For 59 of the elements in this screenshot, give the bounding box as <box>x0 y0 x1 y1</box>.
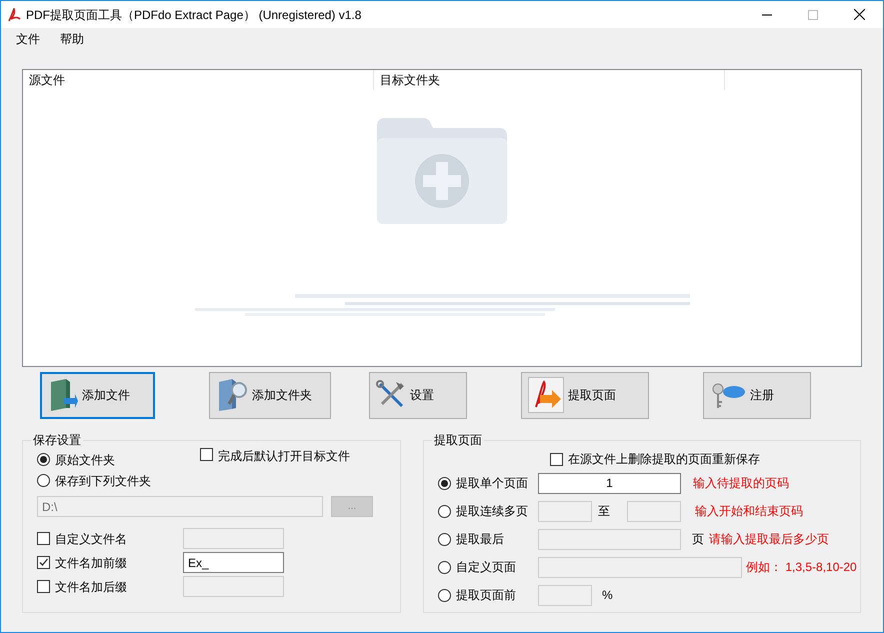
group-title: 提取页面 <box>433 432 483 449</box>
input-field[interactable] <box>538 584 592 606</box>
mode-label: 提取页面前 <box>456 587 517 604</box>
checkbox[interactable] <box>37 556 50 569</box>
unit-label: % <box>602 587 613 604</box>
app-logo-icon <box>7 8 21 22</box>
column-header[interactable]: 目标文件夹 <box>374 70 725 90</box>
hint-text: 输入开始和结束页码 <box>695 504 803 518</box>
input-field[interactable] <box>538 556 742 578</box>
toolbar-button[interactable]: 添加文件 <box>40 372 155 418</box>
to-label: 至 <box>597 503 611 520</box>
window-title: PDF提取页面工具（PDFdo Extract Page） (Unregistered) v1.8 <box>26 6 362 24</box>
option-label: 自定义文件名 <box>55 530 128 548</box>
toolbar-button[interactable]: 添加文件夹 <box>209 372 331 418</box>
input-field[interactable]: Ex_ <box>183 552 284 573</box>
unit-label: 页 <box>692 531 704 548</box>
input-field[interactable] <box>627 500 681 522</box>
column-header[interactable]: 源文件 <box>23 70 374 90</box>
radio-button[interactable] <box>438 588 451 602</box>
checkbox[interactable] <box>37 532 50 545</box>
close-icon[interactable] <box>854 9 865 20</box>
option-label: 保存到下列文件夹 <box>55 472 151 490</box>
mode-label: 提取单个页面 <box>456 475 529 492</box>
radio-button[interactable] <box>438 532 451 546</box>
radio-button[interactable] <box>438 504 451 518</box>
input-field[interactable] <box>183 576 284 597</box>
hint-text: 请输入提取最后多少页 <box>709 531 829 548</box>
toolbar-button[interactable]: 注册 <box>703 372 811 418</box>
folder-plus-icon <box>377 118 507 224</box>
toolbar-button[interactable]: 设置 <box>369 372 467 418</box>
option-label: 原始文件夹 <box>55 452 115 468</box>
input-field[interactable] <box>538 500 592 522</box>
folder-path-field[interactable]: D:\ <box>37 496 323 517</box>
hint-text: 输入待提取的页码 <box>693 476 789 490</box>
checkbox[interactable] <box>37 580 50 593</box>
input-field[interactable] <box>538 528 681 550</box>
option-label: 文件名加前缀 <box>55 554 128 572</box>
checkbox[interactable] <box>550 452 563 466</box>
checkbox[interactable] <box>200 448 213 461</box>
toolbar-button[interactable]: 提取页面 <box>521 372 649 418</box>
radio-button[interactable] <box>37 474 50 487</box>
mode-label: 提取连续多页 <box>456 503 529 520</box>
radio-button[interactable] <box>438 560 451 574</box>
input-field[interactable] <box>183 528 284 549</box>
tools-icon <box>376 380 406 410</box>
option-label: 文件名加后缀 <box>55 578 128 596</box>
hint-text: 例如： 1,3,5-8,10-20 <box>746 560 857 574</box>
group-title: 保存设置 <box>32 432 82 449</box>
mode-label: 提取最后 <box>456 531 505 548</box>
radio-button[interactable] <box>438 476 451 490</box>
option-label: 在源文件上删除提取的页面重新保存 <box>568 451 760 468</box>
radio-button[interactable] <box>37 453 50 466</box>
option-label: 完成后默认打开目标文件 <box>218 448 350 465</box>
folder-magnifier-icon <box>216 378 248 412</box>
mode-label: 自定义页面 <box>456 559 517 576</box>
input-field[interactable]: 1 <box>538 472 681 494</box>
folder-arrow-icon <box>48 378 78 412</box>
menu-item[interactable]: 文件 <box>16 30 40 48</box>
menu-item[interactable]: 帮助 <box>60 30 84 48</box>
